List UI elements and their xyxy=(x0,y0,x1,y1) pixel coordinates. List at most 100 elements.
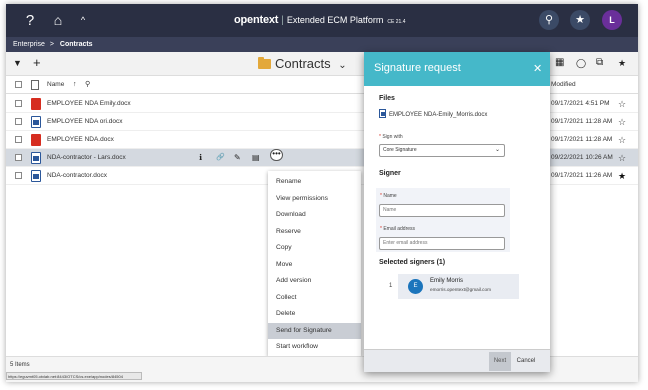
menu-item-start-workflow[interactable]: Start workflow xyxy=(268,339,361,356)
avatar[interactable]: L xyxy=(602,10,622,30)
file-name[interactable]: EMPLOYEE NDA ori.docx xyxy=(47,113,123,131)
up-icon[interactable]: ^ xyxy=(78,4,88,37)
name-field[interactable]: Name xyxy=(379,204,505,217)
folder-name: Contracts xyxy=(275,56,331,71)
star-icon[interactable]: ★ xyxy=(618,58,626,69)
column-modified[interactable]: Modified xyxy=(551,76,576,94)
more-actions-button[interactable]: ••• xyxy=(270,149,283,161)
comment-icon[interactable]: ◯ xyxy=(576,58,586,69)
menu-item-delete[interactable]: Delete xyxy=(268,306,361,323)
file-name[interactable]: NDA-contractor.docx xyxy=(47,167,107,185)
sort-icon[interactable]: ↑ xyxy=(73,76,77,94)
chevron-down-icon: ⌄ xyxy=(494,147,500,153)
favorite-star-icon[interactable]: ★ xyxy=(618,167,626,185)
avatar: E xyxy=(408,279,423,294)
dialog-header: Signature request ✕ xyxy=(364,52,550,86)
modified-date: 09/17/2021 11:28 AM xyxy=(551,118,613,125)
help-icon[interactable]: ? xyxy=(22,4,38,37)
filter-icon[interactable]: ▼ xyxy=(13,58,22,68)
pdf-icon xyxy=(31,134,41,146)
breadcrumb-separator: > xyxy=(49,41,54,48)
link-icon[interactable]: 🔗 xyxy=(216,149,225,167)
close-icon[interactable]: ✕ xyxy=(533,62,542,75)
properties-icon[interactable]: ▤ xyxy=(252,149,260,167)
favorites-icon[interactable]: ★ xyxy=(570,10,590,30)
add-icon[interactable]: + xyxy=(33,55,41,70)
breadcrumb-enterprise[interactable]: Enterprise xyxy=(13,41,45,48)
menu-item-send-for-signature[interactable]: Send for Signature xyxy=(268,322,361,339)
signer-name: Emily Morris xyxy=(430,278,463,284)
dialog-title: Signature request xyxy=(374,62,461,74)
email-field[interactable]: Enter email address xyxy=(379,237,505,250)
signature-request-dialog: Signature request ✕ Files EMPLOYEE NDA-E… xyxy=(364,52,550,372)
row-checkbox[interactable] xyxy=(15,154,22,161)
file-item-name: EMPLOYEE NDA-Emily_Morris.docx xyxy=(389,112,488,118)
signer-label: Signer xyxy=(379,170,401,177)
signer-index: 1 xyxy=(389,283,393,289)
sign-with-label: * Sign with xyxy=(379,134,403,140)
app-window: ? ⌂ ^ opentext | Extended ECM Platform CE 2… xyxy=(6,4,638,382)
product-name: Extended ECM Platform xyxy=(286,15,384,25)
product-version: CE 21.4 xyxy=(387,19,406,25)
word-icon xyxy=(379,109,386,118)
menu-item-move[interactable]: Move xyxy=(268,257,361,274)
word-icon xyxy=(31,116,41,128)
modified-date: 09/17/2021 11:28 AM xyxy=(551,136,613,143)
modified-date: 09/22/2021 10:26 AM xyxy=(551,154,613,161)
file-item: EMPLOYEE NDA-Emily_Morris.docx xyxy=(379,109,487,118)
pdf-icon xyxy=(31,98,41,110)
signer-form: * Name Name * Email address Enter email … xyxy=(376,188,510,252)
sign-with-select[interactable]: Core Signature ⌄ xyxy=(379,144,505,157)
favorite-star-icon[interactable]: ☆ xyxy=(618,113,626,131)
modified-date: 09/17/2021 4:51 PM xyxy=(551,100,610,107)
email-label: * Email address xyxy=(380,226,416,232)
word-icon xyxy=(31,152,41,164)
selected-signers-label: Selected signers (1) xyxy=(379,259,446,266)
cancel-button[interactable]: Cancel xyxy=(515,352,537,371)
menu-item-copy[interactable]: Copy xyxy=(268,240,361,257)
row-checkbox[interactable] xyxy=(15,100,22,107)
info-icon[interactable]: ℹ xyxy=(199,149,202,167)
menu-item-download[interactable]: Download xyxy=(268,207,361,224)
search-icon[interactable]: ⚲ xyxy=(539,10,559,30)
menu-item-rename[interactable]: Rename xyxy=(268,174,361,191)
file-name[interactable]: EMPLOYEE NDA Emily.docx xyxy=(47,95,131,113)
document-icon xyxy=(31,80,39,90)
favorite-star-icon[interactable]: ☆ xyxy=(618,149,626,167)
context-menu: Rename View permissions Download Reserve… xyxy=(268,171,361,357)
menu-item-reserve[interactable]: Reserve xyxy=(268,224,361,241)
copy-icon[interactable]: ⧉ xyxy=(596,57,603,68)
next-button[interactable]: Next xyxy=(489,352,511,371)
breadcrumb: Enterprise > Contracts xyxy=(6,37,638,52)
breadcrumb-current: Contracts xyxy=(59,41,93,48)
menu-item-view-permissions[interactable]: View permissions xyxy=(268,191,361,208)
folder-icon xyxy=(258,57,271,69)
name-label: * Name xyxy=(380,193,397,199)
item-count: 5 Items xyxy=(10,362,30,368)
menu-item-collect[interactable]: Collect xyxy=(268,290,361,307)
row-checkbox[interactable] xyxy=(15,172,22,179)
file-name[interactable]: EMPLOYEE NDA.docx xyxy=(47,131,114,149)
select-all-checkbox[interactable] xyxy=(15,81,22,88)
favorite-star-icon[interactable]: ☆ xyxy=(618,131,626,149)
home-icon[interactable]: ⌂ xyxy=(50,4,66,37)
modified-date: 09/17/2021 11:26 AM xyxy=(551,172,613,179)
signer-email: emorris.opentext@gmail.com xyxy=(430,287,492,292)
file-name[interactable]: NDA-contractor - Lars.docx xyxy=(47,149,126,167)
row-checkbox[interactable] xyxy=(15,118,22,125)
folder-title: Contracts ⌄ xyxy=(258,56,347,71)
edit-icon[interactable]: ✎ xyxy=(234,149,241,167)
dialog-footer: Next Cancel xyxy=(364,349,550,372)
status-url: https://eguvmt05.otxlab.net:8443/OTCS/cs… xyxy=(6,372,142,380)
signer-card[interactable]: E Emily Morris emorris.opentext@gmail.co… xyxy=(398,274,519,299)
menu-item-add-version[interactable]: Add version xyxy=(268,273,361,290)
folder-dropdown-icon[interactable]: ⌄ xyxy=(338,60,346,71)
grid-icon[interactable]: ▦ xyxy=(555,57,564,68)
word-icon xyxy=(31,170,41,182)
top-bar: ? ⌂ ^ opentext | Extended ECM Platform CE 2… xyxy=(6,4,638,37)
search-icon[interactable]: ⚲ xyxy=(85,76,90,94)
favorite-star-icon[interactable]: ☆ xyxy=(618,95,626,113)
column-name[interactable]: Name xyxy=(47,76,64,94)
row-checkbox[interactable] xyxy=(15,136,22,143)
brand-logo: opentext xyxy=(234,14,279,26)
